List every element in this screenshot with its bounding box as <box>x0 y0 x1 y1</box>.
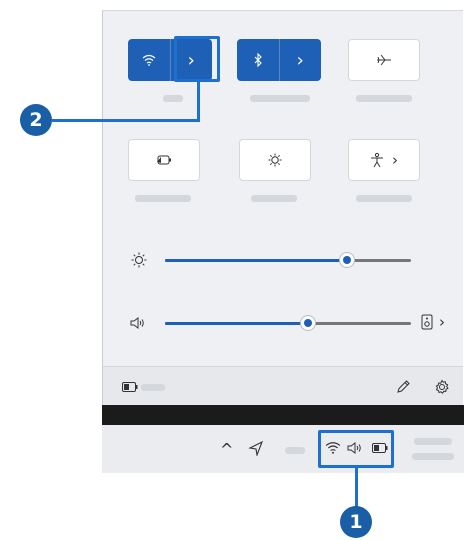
airplane-mode-label <box>356 95 412 102</box>
accessibility-icon <box>371 152 383 168</box>
system-tray-callout-box <box>318 430 394 468</box>
brightness-icon <box>131 252 147 268</box>
callout-badge-1-number: 1 <box>349 511 363 533</box>
taskbar-hidden-item <box>285 447 305 454</box>
callout-badge-2: 2 <box>20 104 52 136</box>
audio-output-button[interactable]: › <box>421 314 445 330</box>
edit-pencil-icon[interactable] <box>395 379 411 395</box>
speaker-device-icon <box>421 314 433 330</box>
taskbar: ^ <box>102 425 464 473</box>
panel-bottom-edge <box>102 405 464 425</box>
night-light-icon <box>268 153 282 167</box>
brightness-slider-thumb[interactable] <box>340 253 354 267</box>
battery-percentage <box>141 384 165 391</box>
bluetooth-toggle-button[interactable] <box>237 39 279 81</box>
settings-gear-icon[interactable] <box>434 379 450 395</box>
callout-badge-1: 1 <box>340 506 372 538</box>
chevron-right-icon: › <box>439 312 445 331</box>
brightness-slider-fill <box>165 259 347 262</box>
callout-2-leader-horizontal <box>52 119 200 122</box>
night-light-toggle[interactable] <box>239 139 311 181</box>
bluetooth-tile-label <box>250 95 310 102</box>
quick-settings-footer <box>103 366 463 407</box>
battery-saver-label <box>135 195 191 202</box>
clock-time[interactable] <box>414 438 452 445</box>
battery-saver-icon <box>157 155 171 165</box>
night-light-label <box>251 195 297 202</box>
wifi-icon <box>142 54 156 66</box>
chevron-up-icon[interactable]: ^ <box>220 440 233 459</box>
wifi-tile-label <box>163 95 183 102</box>
wifi-toggle-button[interactable] <box>128 39 170 81</box>
wifi-expand-callout-box <box>174 36 220 82</box>
battery-icon <box>122 382 138 392</box>
chevron-right-icon: › <box>296 49 304 71</box>
chevron-right-icon: › <box>392 150 398 169</box>
quick-settings-panel: › › › › <box>102 10 463 407</box>
bluetooth-expand-button[interactable]: › <box>278 39 322 81</box>
location-arrow-icon <box>248 440 264 456</box>
callout-1-leader <box>355 468 358 508</box>
volume-slider[interactable] <box>165 316 411 330</box>
callout-badge-2-number: 2 <box>29 109 43 131</box>
volume-icon <box>130 317 144 329</box>
brightness-slider[interactable] <box>165 253 411 267</box>
bluetooth-icon <box>254 53 262 67</box>
airplane-icon <box>377 54 391 66</box>
bluetooth-toggle[interactable]: › <box>237 39 321 81</box>
volume-slider-thumb[interactable] <box>301 316 315 330</box>
battery-saver-toggle[interactable] <box>128 139 200 181</box>
accessibility-toggle[interactable]: › <box>348 139 420 181</box>
callout-2-leader-vertical <box>197 82 200 120</box>
airplane-mode-toggle[interactable] <box>348 39 420 81</box>
accessibility-label <box>356 195 412 202</box>
volume-slider-fill <box>165 322 308 325</box>
clock-date[interactable] <box>412 453 454 460</box>
